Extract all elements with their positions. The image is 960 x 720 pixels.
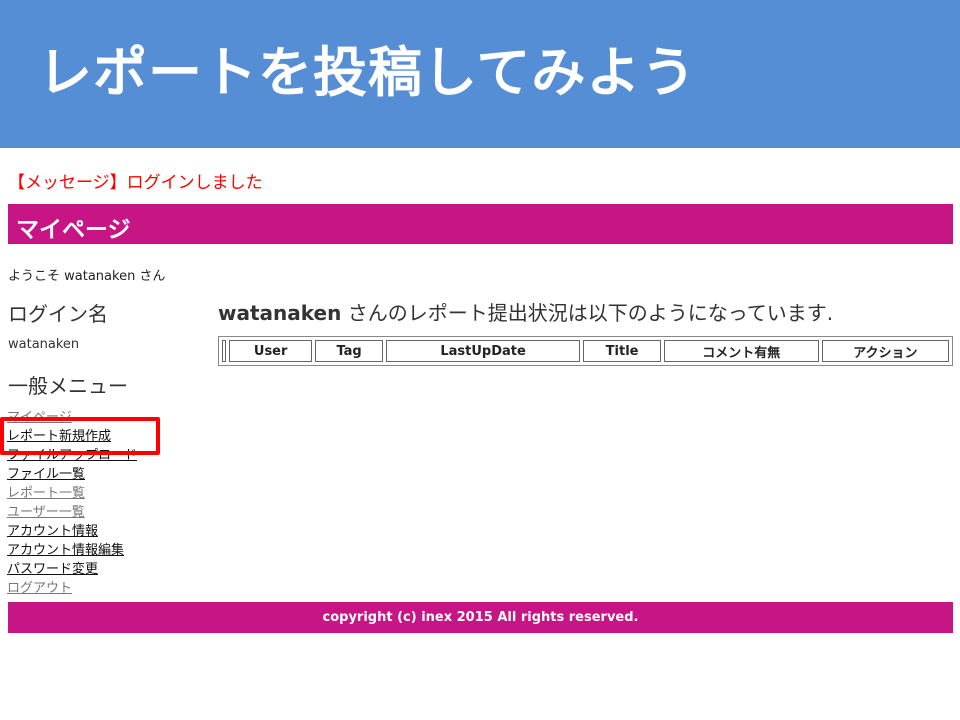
menu-item-password-change: パスワード変更: [7, 560, 137, 579]
page-title: マイページ: [16, 217, 131, 243]
menu-item-account-edit: アカウント情報編集: [7, 541, 137, 560]
report-table: User Tag LastUpDate Title コメント有無 アクション: [218, 336, 953, 366]
menu-link-file-list[interactable]: ファイル一覧: [7, 467, 85, 482]
menu-link-user-list[interactable]: ユーザー一覧: [7, 505, 85, 520]
column-header-action[interactable]: アクション: [821, 340, 949, 362]
menu-link-new-report[interactable]: レポート新規作成: [7, 429, 111, 444]
column-header-tag[interactable]: Tag: [315, 340, 383, 362]
menu-item-user-list: ユーザー一覧: [7, 503, 137, 522]
column-header-comment[interactable]: コメント有無: [663, 340, 819, 362]
login-name-value: watanaken: [8, 337, 80, 352]
column-header-user[interactable]: User: [228, 340, 313, 362]
column-header-lastupdate[interactable]: LastUpDate: [385, 340, 581, 362]
menu-item-account-info: アカウント情報: [7, 522, 137, 541]
menu-item-file-list: ファイル一覧: [7, 465, 137, 484]
column-header-select: [222, 340, 226, 362]
footer: copyright (c) inex 2015 All rights reser…: [8, 602, 953, 633]
slide-title: レポートを投稿してみよう: [38, 41, 697, 104]
mypage-header-bar: マイページ: [8, 204, 953, 244]
login-name-heading: ログイン名: [8, 302, 108, 326]
menu-link-logout[interactable]: ログアウト: [7, 581, 72, 596]
column-header-title[interactable]: Title: [583, 340, 661, 362]
menu-link-mypage[interactable]: マイページ: [7, 410, 72, 425]
menu-link-file-upload[interactable]: ファイルアップロード: [7, 448, 137, 463]
menu-link-password-change[interactable]: パスワード変更: [7, 562, 98, 577]
menu-item-report-list: レポート一覧: [7, 484, 137, 503]
heading-user-name: watanaken: [218, 301, 342, 325]
menu-item-file-upload: ファイルアップロード: [7, 446, 137, 465]
menu-link-account-edit[interactable]: アカウント情報編集: [7, 543, 124, 558]
general-menu: マイページ レポート新規作成 ファイルアップロード ファイル一覧 レポート一覧 …: [7, 408, 137, 598]
welcome-text: ようこそ watanaken さん: [8, 269, 166, 284]
slide-header: レポートを投稿してみよう: [0, 0, 960, 148]
table-header-row: User Tag LastUpDate Title コメント有無 アクション: [222, 340, 949, 362]
menu-item-new-report: レポート新規作成: [7, 427, 137, 446]
general-menu-heading: 一般メニュー: [8, 374, 128, 398]
menu-link-account-info[interactable]: アカウント情報: [7, 524, 98, 539]
menu-item-mypage: マイページ: [7, 408, 137, 427]
login-message: 【メッセージ】ログインしました: [8, 173, 263, 193]
menu-link-report-list[interactable]: レポート一覧: [7, 486, 85, 501]
heading-text: さんのレポート提出状況は以下のようになっています.: [341, 301, 834, 325]
menu-item-logout: ログアウト: [7, 579, 137, 598]
report-status-heading: watanaken さんのレポート提出状況は以下のようになっています.: [218, 297, 833, 326]
